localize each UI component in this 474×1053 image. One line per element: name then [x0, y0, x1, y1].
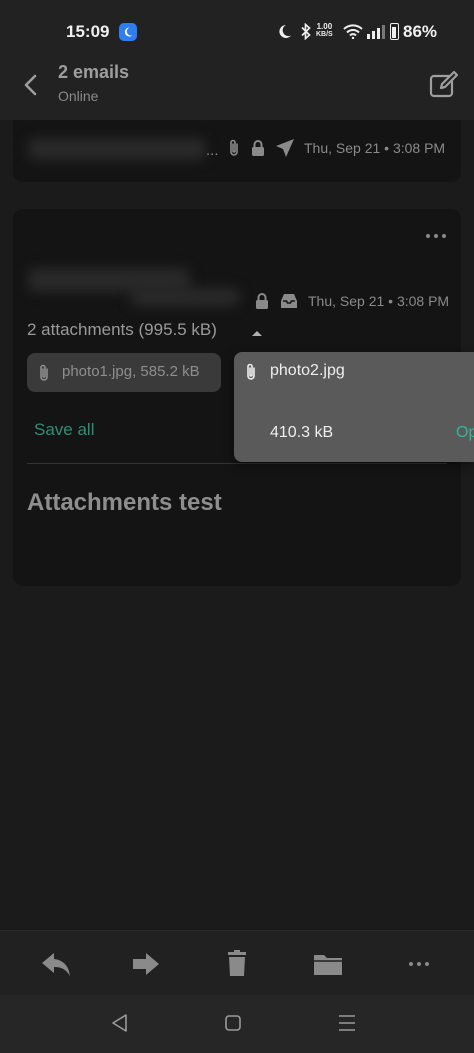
back-button[interactable]	[16, 70, 46, 100]
attachment-popup[interactable]: photo2.jpg 410.3 kB Op	[234, 352, 474, 462]
nav-back-button[interactable]	[108, 1011, 132, 1035]
nav-home-icon	[225, 1015, 241, 1031]
connection-status: Online	[58, 88, 99, 104]
attachment-chip-photo1[interactable]: photo1.jpg, 585.2 kB	[27, 353, 221, 392]
delete-button[interactable]	[222, 949, 254, 979]
email-2-date: Thu, Sep 21 • 3:08 PM	[308, 293, 450, 309]
nav-home-button[interactable]	[221, 1011, 245, 1035]
save-all-button[interactable]: Save all	[34, 420, 94, 440]
inbox-icon	[279, 292, 299, 310]
email-2-meta: Thu, Sep 21 • 3:08 PM	[254, 292, 449, 310]
system-nav-bar	[0, 995, 474, 1053]
nav-back-icon	[112, 1014, 127, 1032]
forward-icon	[133, 953, 159, 975]
speed-unit: KB/S	[316, 31, 333, 38]
nav-recents-icon	[339, 1015, 355, 1031]
attachment-icon	[227, 138, 241, 158]
attachment-name: photo2.jpg	[270, 362, 345, 379]
do-not-disturb-moon-icon	[279, 24, 291, 38]
lock-icon	[250, 139, 266, 157]
more-options-icon	[426, 234, 446, 238]
collapse-caret-icon[interactable]	[250, 325, 264, 343]
redacted-recipient	[130, 288, 240, 306]
bluetooth-icon	[301, 23, 311, 40]
delete-icon	[228, 950, 246, 976]
battery-percent: 86%	[403, 22, 438, 41]
attachment-label: photo1.jpg, 585.2 kB	[62, 363, 200, 380]
compose-button[interactable]	[428, 70, 460, 100]
email-1-date: Thu, Sep 21 • 3:08 PM	[304, 140, 446, 156]
page-title: 2 emails	[58, 62, 130, 82]
reply-icon	[42, 953, 70, 976]
attachment-icon	[37, 363, 51, 388]
wifi-icon	[343, 24, 363, 39]
nav-recents-button[interactable]	[335, 1011, 359, 1035]
back-arrow-icon	[24, 74, 37, 96]
message-action-bar	[0, 930, 474, 996]
lock-icon	[254, 292, 270, 310]
more-actions-button[interactable]	[404, 949, 436, 979]
move-to-folder-icon	[314, 955, 342, 975]
sent-icon	[275, 138, 295, 158]
open-attachment-button[interactable]: Op	[456, 424, 474, 442]
battery-icon	[390, 23, 399, 40]
moon-app-icon	[119, 23, 137, 41]
compose-icon	[429, 70, 459, 98]
email-1-meta: Thu, Sep 21 • 3:08 PM	[227, 138, 445, 158]
speed-value: 1.00	[316, 22, 333, 31]
status-time: 15:09	[66, 22, 110, 41]
more-options-button[interactable]	[424, 226, 448, 246]
attachment-size: 410.3 kB	[270, 424, 334, 441]
email-subject: Attachments test	[27, 489, 222, 516]
attachments-summary[interactable]: 2 attachments (995.5 kB)	[27, 320, 217, 340]
divider	[27, 463, 447, 464]
redacted-sender	[28, 138, 206, 160]
forward-button[interactable]	[130, 949, 162, 979]
status-bar: 15:09 1.00 KB/S 86%	[0, 0, 474, 50]
move-to-folder-button[interactable]	[312, 949, 344, 979]
attachment-icon	[244, 362, 258, 387]
app-header: 2 emails Online	[0, 50, 474, 120]
network-speed: 1.00 KB/S	[316, 23, 333, 39]
truncation-ellipsis: ...	[206, 142, 219, 159]
reply-button[interactable]	[40, 949, 72, 979]
more-icon	[409, 962, 429, 966]
signal-icon	[367, 25, 385, 39]
mail-screen: 15:09 1.00 KB/S 86% 2 emails Online ... …	[0, 0, 474, 1053]
